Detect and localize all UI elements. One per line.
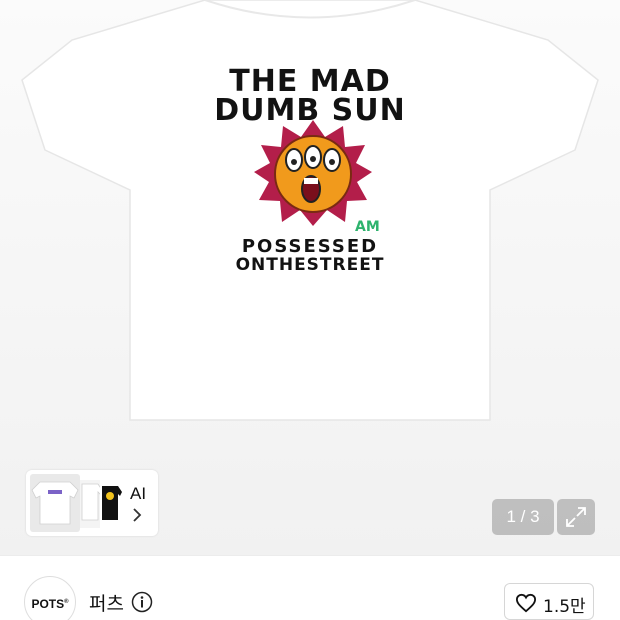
- brand-name[interactable]: 퍼츠: [89, 589, 124, 616]
- heart-icon: [515, 593, 537, 613]
- brand-logo[interactable]: POTS®: [24, 576, 76, 620]
- like-button[interactable]: 1.5만: [504, 583, 594, 620]
- like-count: 1.5만: [543, 597, 586, 617]
- divider: [0, 555, 620, 556]
- thumbnail-label: AI: [130, 484, 147, 503]
- chevron-right-icon[interactable]: [132, 507, 142, 528]
- shirt-bottom-line-2: ONTHESTREET: [235, 255, 385, 275]
- thumbnail-images: [30, 474, 122, 532]
- expand-icon: [566, 507, 586, 527]
- expand-button[interactable]: [557, 499, 595, 535]
- shirt-bottom-line-1: POSSESSED: [241, 236, 379, 257]
- image-page-indicator: 1 / 3: [492, 499, 554, 535]
- shirt-badge: AM: [355, 219, 380, 235]
- info-icon[interactable]: [131, 591, 153, 618]
- shirt-title-line-2: DUMB SUN: [214, 93, 406, 128]
